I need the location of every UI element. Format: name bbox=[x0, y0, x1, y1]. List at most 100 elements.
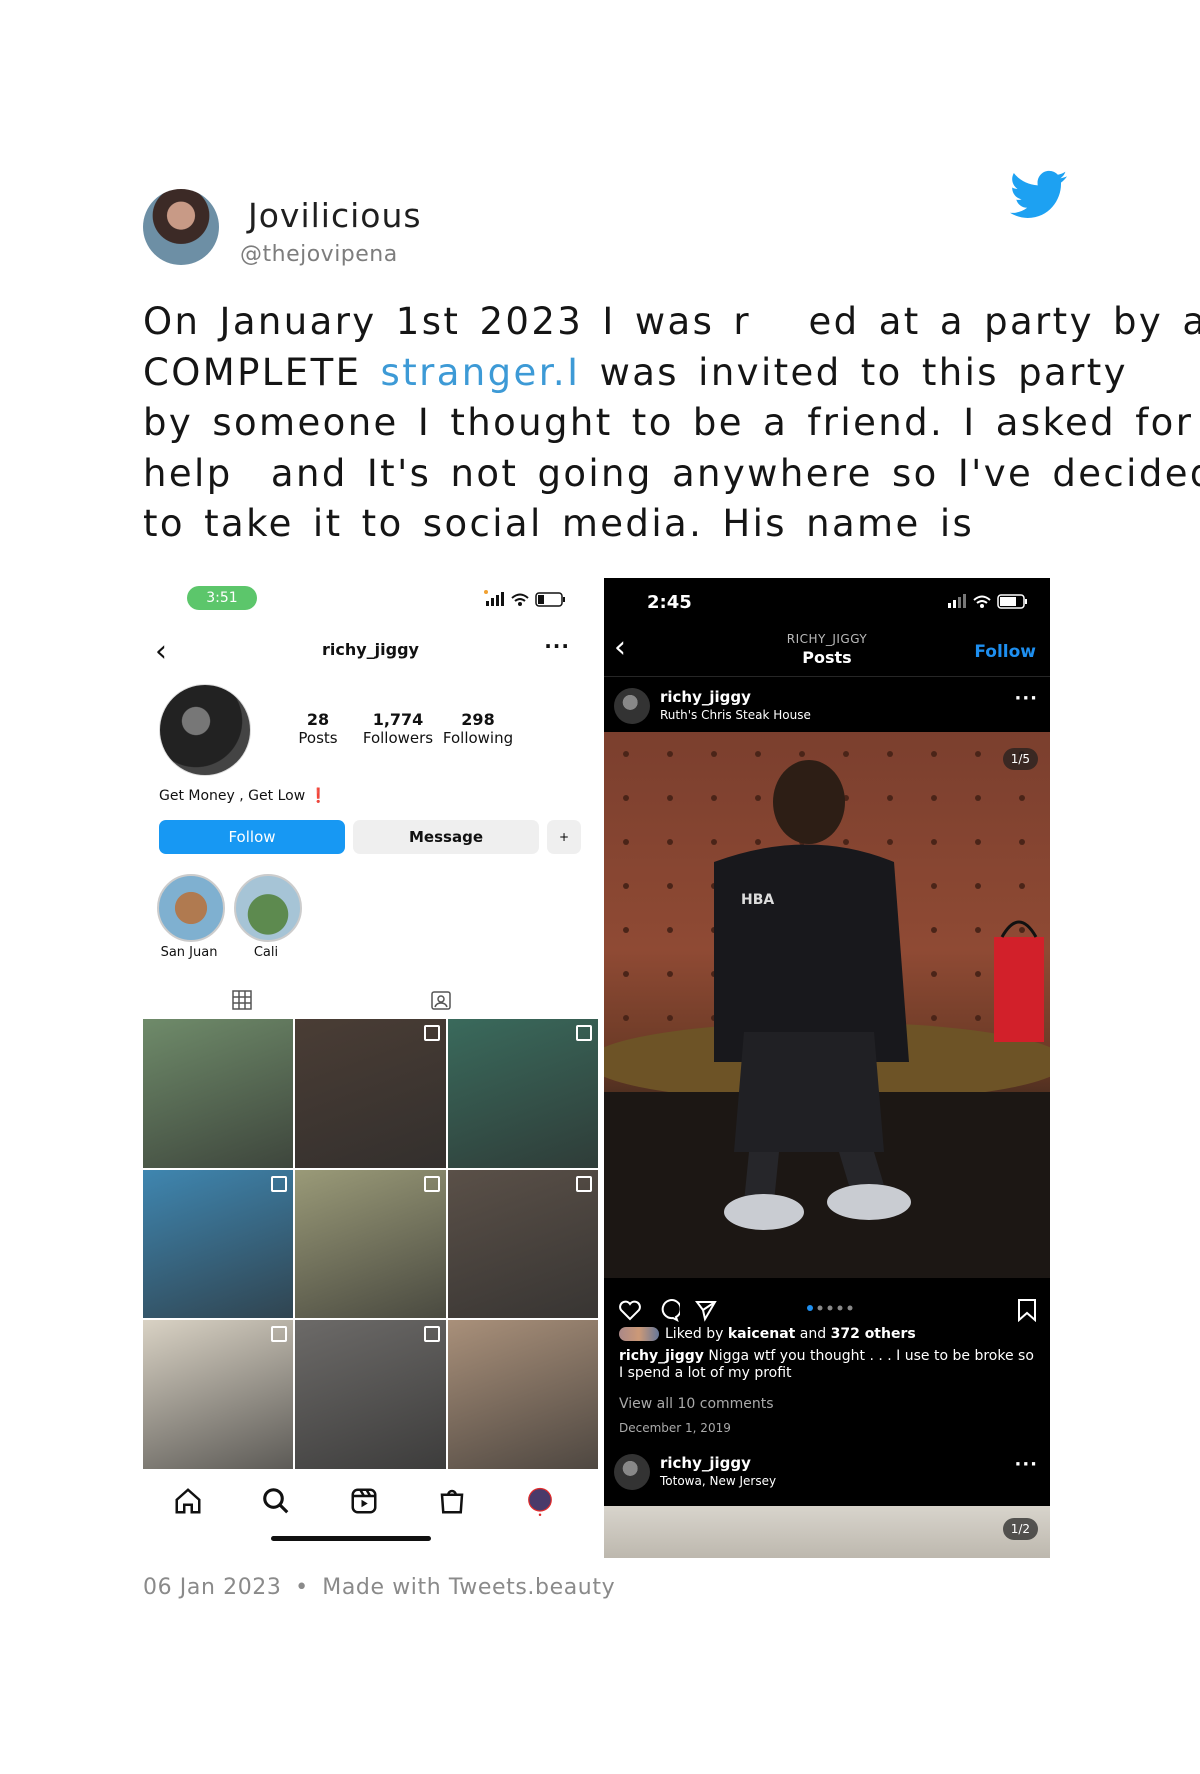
multi-photo-icon bbox=[575, 1175, 592, 1192]
author-name[interactable]: Jovilicious bbox=[248, 196, 422, 235]
grid-post[interactable] bbox=[295, 1019, 446, 1168]
grid-post[interactable] bbox=[295, 1169, 446, 1319]
comment-icon[interactable] bbox=[656, 1298, 680, 1322]
author-avatar[interactable] bbox=[143, 189, 219, 265]
search-icon[interactable] bbox=[261, 1486, 291, 1516]
highlight-san-juan[interactable] bbox=[157, 874, 225, 942]
post-caption: richy_jiggy Nigga wtf you thought . . . … bbox=[619, 1348, 1039, 1382]
post-avatar-2[interactable] bbox=[614, 1454, 650, 1490]
shop-icon[interactable] bbox=[437, 1486, 467, 1516]
share-icon[interactable] bbox=[694, 1298, 718, 1322]
header-divider bbox=[604, 676, 1050, 677]
stat-posts-num: 28 bbox=[306, 710, 330, 729]
view-comments-link[interactable]: View all 10 comments bbox=[619, 1396, 774, 1412]
bottom-nav bbox=[143, 1478, 598, 1518]
post-more-icon-2[interactable]: ··· bbox=[1014, 1454, 1038, 1475]
stat-following-label: Following bbox=[442, 729, 514, 747]
status-time: 2:45 bbox=[647, 592, 692, 613]
profile-header: ‹ richy_jiggy ··· bbox=[143, 634, 598, 674]
grid-icon[interactable] bbox=[230, 988, 254, 1012]
post-date: December 1, 2019 bbox=[619, 1421, 731, 1435]
post-grid bbox=[143, 1019, 598, 1469]
add-person-icon: + bbox=[558, 830, 570, 844]
home-icon[interactable] bbox=[173, 1486, 203, 1516]
liked-prefix: Liked by bbox=[665, 1326, 724, 1342]
carousel-dots bbox=[807, 1305, 853, 1311]
post-username-2[interactable]: richy_jiggy bbox=[660, 1454, 751, 1472]
stat-following-num: 298 bbox=[461, 710, 495, 729]
add-person-button[interactable]: + bbox=[547, 820, 581, 854]
tweet-line-1: On January 1st 2023 I was r ed at a part… bbox=[143, 300, 1200, 343]
grid-post[interactable] bbox=[143, 1169, 294, 1319]
tweet-footer: 06 Jan 2023 • Made with Tweets.beauty bbox=[143, 1575, 615, 1600]
status-icons bbox=[484, 590, 565, 607]
multi-photo-icon bbox=[423, 1175, 440, 1192]
tweet-text: On January 1st 2023 I was r ed at a part… bbox=[143, 297, 1200, 550]
stat-posts[interactable]: 28 Posts bbox=[273, 710, 363, 747]
heart-icon[interactable] bbox=[618, 1298, 642, 1322]
grid-post[interactable] bbox=[295, 1320, 446, 1469]
tweet-line-2-rest: was invited to this party bbox=[599, 350, 1128, 394]
profile-username: richy_jiggy bbox=[322, 640, 419, 659]
hashtag-link[interactable]: stranger.I bbox=[381, 351, 600, 394]
post-avatar[interactable] bbox=[614, 688, 650, 724]
liker-avatars bbox=[619, 1327, 659, 1341]
liked-user[interactable]: kaicenat bbox=[728, 1326, 795, 1342]
multi-photo-icon bbox=[423, 1326, 440, 1343]
tweet-line-2-prefix: COMPLETE bbox=[143, 350, 381, 394]
stat-following[interactable]: 298 Following bbox=[433, 710, 523, 747]
grid-post[interactable] bbox=[447, 1169, 598, 1319]
photo-counter-2: 1/2 bbox=[1002, 1518, 1038, 1540]
tweet-line-3: by someone I thought to be a friend. I a… bbox=[143, 401, 1194, 444]
liked-others[interactable]: 372 others bbox=[831, 1326, 916, 1342]
follow-button[interactable]: Follow bbox=[159, 820, 345, 854]
liked-mid: and bbox=[799, 1326, 827, 1342]
multi-photo-icon bbox=[575, 1025, 592, 1041]
highlight-label-cali: Cali bbox=[253, 945, 279, 960]
caption-username[interactable]: richy_jiggy bbox=[619, 1348, 704, 1364]
stat-followers-num: 1,774 bbox=[372, 710, 424, 729]
multi-photo-icon bbox=[271, 1326, 288, 1343]
multi-photo-icon bbox=[271, 1175, 288, 1192]
grid-post[interactable] bbox=[447, 1320, 598, 1469]
follow-link[interactable]: Follow bbox=[974, 642, 1036, 662]
exclamation-emoji: ❗ bbox=[309, 788, 328, 804]
instagram-profile-screenshot: 3:51 ‹ richy_jiggy ··· 28 Posts 1,774 Fo… bbox=[143, 578, 598, 1550]
multi-photo-icon bbox=[423, 1025, 440, 1041]
instagram-post-screenshot: 2:45 ‹ RICHY_JIGGY Posts Follow richy_ji… bbox=[604, 578, 1050, 1558]
profile-avatar[interactable] bbox=[159, 684, 251, 776]
profile-avatar-icon[interactable] bbox=[525, 1486, 555, 1516]
stat-followers[interactable]: 1,774 Followers bbox=[353, 710, 443, 747]
post-photo[interactable]: HBA 1/5 bbox=[604, 732, 1050, 1278]
likes-line: Liked by kaicenat and 372 others bbox=[619, 1326, 916, 1342]
post-more-icon[interactable]: ··· bbox=[1014, 688, 1038, 709]
message-button[interactable]: Message bbox=[353, 820, 539, 854]
grid-post[interactable] bbox=[143, 1320, 294, 1469]
post-location[interactable]: Ruth's Chris Steak House bbox=[660, 708, 811, 722]
more-options-icon[interactable]: ··· bbox=[544, 634, 570, 658]
stat-followers-label: Followers bbox=[362, 729, 434, 747]
shirt-text: HBA bbox=[741, 892, 775, 908]
profile-bio: Get Money , Get Low ❗ bbox=[159, 788, 327, 804]
grid-post[interactable] bbox=[143, 1019, 294, 1168]
highlight-cali[interactable] bbox=[234, 874, 302, 942]
post-header: richy_jiggy Ruth's Chris Steak House ··· bbox=[604, 678, 1050, 734]
post-actions bbox=[604, 1294, 1050, 1324]
home-indicator bbox=[271, 1536, 431, 1541]
made-with-credit[interactable]: Made with Tweets.beauty bbox=[322, 1575, 615, 1600]
tweet-line-5: to take it to social media. His name is … bbox=[143, 502, 1200, 545]
status-time: 3:51 bbox=[187, 586, 257, 610]
post-username[interactable]: richy_jiggy bbox=[660, 688, 751, 706]
twitter-bird-icon bbox=[1010, 170, 1068, 218]
grid-post[interactable] bbox=[447, 1019, 598, 1168]
tagged-icon[interactable] bbox=[429, 988, 453, 1012]
reels-icon[interactable] bbox=[349, 1486, 379, 1516]
author-handle[interactable]: @thejovipena bbox=[240, 242, 398, 267]
post-photo-2[interactable]: 1/2 bbox=[604, 1506, 1050, 1558]
post-location-2[interactable]: Totowa, New Jersey bbox=[660, 1474, 776, 1488]
tweet-line-2: COMPLETE stranger.I was invited to this … bbox=[143, 348, 1126, 399]
tweet-line-4: help and It's not going anywhere so I've… bbox=[143, 451, 1200, 495]
tweet-date: 06 Jan 2023 bbox=[143, 1575, 282, 1600]
bookmark-icon[interactable] bbox=[1016, 1298, 1038, 1322]
post-header-2: richy_jiggy Totowa, New Jersey ··· bbox=[604, 1444, 1050, 1500]
